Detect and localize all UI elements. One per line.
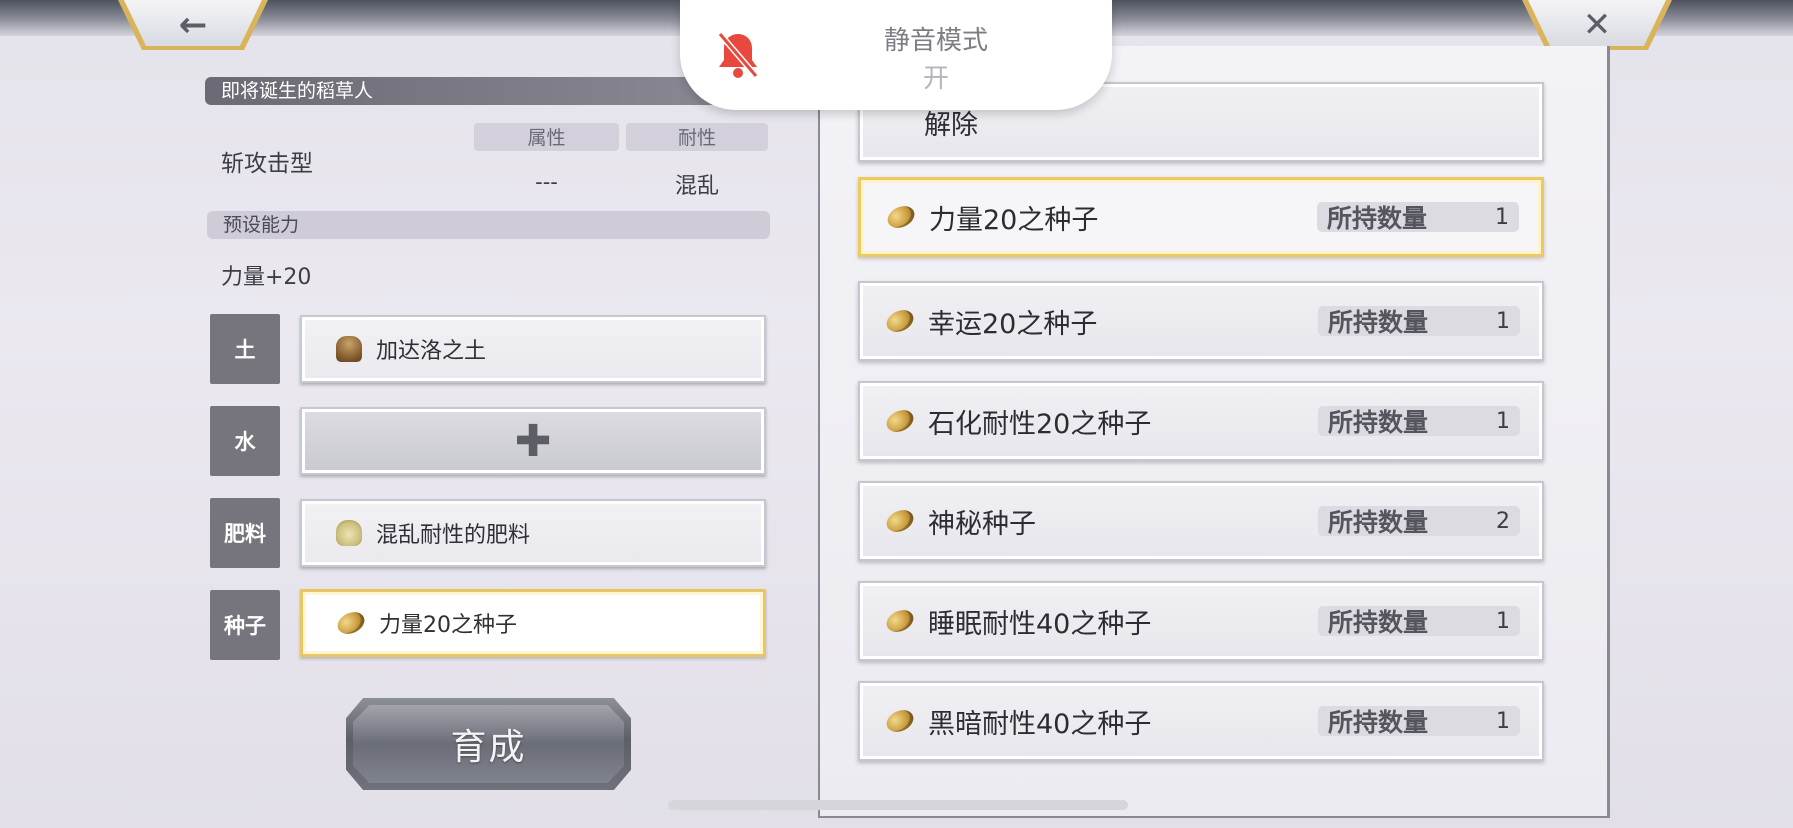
slot-label-soil: 土 [210, 314, 280, 384]
toast-title: 静音模式 [883, 26, 988, 56]
preset-ability-header: 预设能力 [207, 211, 770, 239]
fertilizer-slot[interactable]: 混乱耐性的肥料 [300, 499, 766, 567]
quantity-badge: 所持数量 1 [1318, 606, 1520, 637]
seed-slot[interactable]: 力量20之种子 [300, 589, 766, 657]
type-label: 斩攻击型 [221, 151, 313, 177]
seed-slot-item: 力量20之种子 [379, 613, 517, 638]
soil-icon [336, 336, 362, 362]
silent-mode-toast: 静音模式 开 [680, 0, 1112, 110]
fertilizer-slot-item: 混乱耐性的肥料 [376, 523, 531, 548]
preset-ability-value: 力量+20 [221, 265, 312, 290]
grow-button[interactable]: 育成 [346, 698, 631, 790]
quantity-badge: 所持数量 2 [1318, 506, 1520, 537]
soil-slot[interactable]: 加达洛之土 [300, 315, 766, 383]
seed-list-item[interactable]: 力量20之种子 所持数量 1 [858, 177, 1544, 257]
seed-icon [883, 606, 917, 636]
slot-label-fertilizer: 肥料 [210, 498, 280, 568]
seed-list-item[interactable]: 石化耐性20之种子 所持数量 1 [858, 381, 1544, 461]
seed-list-item[interactable]: 睡眠耐性40之种子 所持数量 1 [858, 581, 1544, 661]
seed-icon [883, 306, 917, 336]
attribute-header: 属性 [474, 123, 619, 151]
seed-list-item[interactable]: 幸运20之种子 所持数量 1 [858, 281, 1544, 361]
slot-label-seed: 种子 [210, 590, 280, 660]
quantity-badge: 所持数量 1 [1318, 706, 1520, 737]
quantity-badge: 所持数量 1 [1317, 202, 1519, 233]
grow-button-label: 育成 [450, 727, 527, 768]
soil-slot-item: 加达洛之土 [376, 339, 487, 364]
close-icon: ✕ [1582, 5, 1612, 45]
plus-icon: ✚ [514, 415, 552, 467]
seed-icon [883, 506, 917, 536]
seed-list-item[interactable]: 神秘种子 所持数量 2 [858, 481, 1544, 561]
water-slot-add-button[interactable]: ✚ [300, 407, 766, 475]
quantity-badge: 所持数量 1 [1318, 306, 1520, 337]
seed-icon [883, 406, 917, 436]
seed-icon [883, 706, 917, 736]
fertilizer-bag-icon [336, 520, 362, 546]
home-indicator [668, 800, 1128, 810]
slot-label-water: 水 [210, 406, 280, 476]
resistance-value: 混乱 [674, 174, 719, 199]
toast-state: 开 [922, 64, 949, 94]
back-arrow-icon: ← [178, 5, 208, 45]
close-button[interactable]: ✕ [1522, 0, 1672, 50]
resistance-header: 耐性 [626, 123, 768, 151]
seed-list-item[interactable]: 黑暗耐性40之种子 所持数量 1 [858, 681, 1544, 761]
attribute-value: --- [535, 170, 558, 194]
quantity-badge: 所持数量 1 [1318, 406, 1520, 437]
back-button[interactable]: ← [118, 0, 268, 50]
seed-icon [334, 608, 368, 638]
seed-icon [884, 202, 918, 232]
